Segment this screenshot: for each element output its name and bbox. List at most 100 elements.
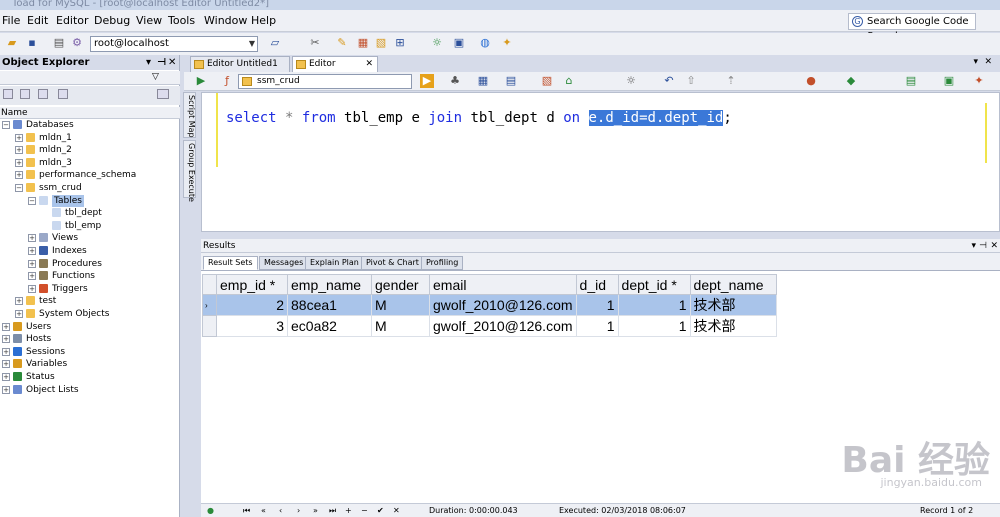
expand-icon[interactable]: + <box>28 272 36 281</box>
tab-script-map[interactable]: Script Map <box>183 92 196 138</box>
tree-item[interactable]: + Indexes <box>0 245 180 257</box>
tree-item[interactable]: + test <box>0 295 180 307</box>
column-header[interactable]: emp_id * <box>216 274 288 295</box>
expand-icon[interactable]: + <box>28 247 36 255</box>
menu-help[interactable]: Help <box>251 14 276 27</box>
view-options-icon[interactable] <box>157 89 169 99</box>
collapse-icon[interactable]: − <box>28 196 36 205</box>
tree-item[interactable]: + Sessions <box>0 346 180 358</box>
open-folder-icon[interactable]: ▰ <box>5 36 19 50</box>
result-grid[interactable]: emp_id * emp_name gender email d_id dept… <box>201 270 1000 503</box>
menu-debug[interactable]: Debug <box>94 14 130 27</box>
query-builder-icon[interactable]: ▦ <box>356 36 370 50</box>
tree-item[interactable]: + Object Lists <box>0 384 180 396</box>
close-tab-icon[interactable]: ✕ <box>365 57 373 72</box>
tree-item[interactable]: + System Objects <box>0 308 180 320</box>
last-record-icon[interactable]: ⏭ <box>329 504 336 517</box>
table-row[interactable]: › 2 88cea1 M gwolf_2010@126.com 1 1 技术部 <box>202 294 777 316</box>
menu-tools[interactable]: Tools <box>168 14 195 27</box>
execute-icon[interactable]: ▶ <box>194 74 208 88</box>
tree-item[interactable]: + Status <box>0 371 180 383</box>
expand-icon[interactable]: + <box>28 234 36 243</box>
settings-icon[interactable]: ☼ <box>430 36 444 50</box>
tree-item[interactable]: + Hosts <box>0 333 180 345</box>
close-editor-icon[interactable]: ✕ <box>984 57 992 67</box>
tree-item[interactable]: + Triggers <box>0 283 180 295</box>
tab-editor-untitled2[interactable]: Editor Untitled2* ✕ <box>292 56 378 84</box>
expand-icon[interactable]: + <box>2 347 10 356</box>
grid-icon[interactable]: ▦ <box>476 74 490 88</box>
tab-messages[interactable]: Messages <box>259 256 309 270</box>
export-icon[interactable]: ▤ <box>904 74 918 88</box>
tree-item[interactable]: − Tables <box>0 194 180 207</box>
prev-page-icon[interactable]: « <box>261 504 266 517</box>
tab-list-icon[interactable]: ▾ <box>973 57 978 67</box>
dropdown-icon[interactable]: ▾ <box>146 55 151 70</box>
tree-item[interactable]: + Procedures <box>0 258 180 270</box>
cell-emp-id[interactable]: 3 <box>216 315 288 337</box>
menu-view[interactable]: View <box>136 14 162 27</box>
tree-item[interactable]: + performance_schema <box>0 169 180 181</box>
import-icon[interactable]: ▣ <box>942 74 956 88</box>
expand-icon[interactable]: + <box>2 360 10 369</box>
connect-icon[interactable]: ⚙ <box>70 36 84 50</box>
expand-icon[interactable]: + <box>15 171 23 180</box>
options-icon[interactable]: ✦ <box>500 36 514 50</box>
tab-editor-untitled1[interactable]: Editor Untitled1 <box>190 56 290 72</box>
tab-pivot-chart[interactable]: Pivot & Chart <box>361 256 424 270</box>
bookmark-icon[interactable]: ▤ <box>504 74 518 88</box>
column-header[interactable]: d_id <box>575 274 619 295</box>
expand-icon[interactable]: + <box>2 322 10 331</box>
cell-emp-id[interactable]: 2 <box>216 294 288 316</box>
cell-emp-name[interactable]: 88cea1 <box>287 294 372 316</box>
next-page-icon[interactable]: » <box>313 504 318 517</box>
step-over-icon[interactable]: ⇡ <box>724 74 738 88</box>
cell-email[interactable]: gwolf_2010@126.com <box>429 294 577 316</box>
column-header[interactable]: emp_name <box>287 274 372 295</box>
next-record-icon[interactable]: › <box>297 504 300 517</box>
tree-item[interactable]: − Databases <box>0 119 180 131</box>
cell-dept-id[interactable]: 1 <box>617 294 691 316</box>
tree-item[interactable]: + Views <box>0 232 180 244</box>
tab-explain-plan[interactable]: Explain Plan <box>305 256 364 270</box>
properties-icon[interactable] <box>38 89 48 99</box>
tab-group-execute[interactable]: Group Execute <box>183 140 196 202</box>
lowercase-icon[interactable]: ⌂ <box>562 74 576 88</box>
comment-icon[interactable]: ▧ <box>540 74 554 88</box>
options-icon[interactable]: ✦ <box>972 74 986 88</box>
pin-icon[interactable]: ⊣ <box>979 239 987 253</box>
tag-icon[interactable] <box>58 89 68 99</box>
cell-d-id[interactable]: 1 <box>575 294 619 316</box>
expand-icon[interactable]: + <box>15 297 23 306</box>
undo-icon[interactable]: ↶ <box>662 74 676 88</box>
format-icon[interactable]: ♣ <box>448 74 462 88</box>
tree-item[interactable]: + Users <box>0 321 180 333</box>
refresh-icon[interactable] <box>20 89 30 99</box>
cell-dept-name[interactable]: 技术部 <box>689 315 777 337</box>
globe-icon[interactable]: ◍ <box>478 36 492 50</box>
menu-editor[interactable]: Editor <box>56 14 89 27</box>
cell-dept-name[interactable]: 技术部 <box>689 294 777 316</box>
collapse-icon[interactable]: − <box>15 184 23 192</box>
tree-item[interactable]: + mldn_2 <box>0 144 180 156</box>
break-icon[interactable]: ◆ <box>844 74 858 88</box>
compare-icon[interactable]: ▧ <box>374 36 388 50</box>
expand-icon[interactable]: + <box>15 146 23 155</box>
object-filter-bar[interactable]: ▽ <box>0 71 180 85</box>
cell-dept-id[interactable]: 1 <box>617 315 691 337</box>
cell-gender[interactable]: M <box>371 294 430 316</box>
menu-window[interactable]: Window <box>204 14 247 27</box>
column-header[interactable]: gender <box>371 274 430 295</box>
grid-icon[interactable] <box>3 89 13 99</box>
add-record-icon[interactable]: + <box>345 504 352 517</box>
execute-statement-icon[interactable]: ƒ <box>220 74 234 88</box>
expand-icon[interactable]: + <box>15 310 23 318</box>
cell-gender[interactable]: M <box>371 315 430 337</box>
collapse-icon[interactable]: − <box>2 121 10 129</box>
tree-item[interactable]: + mldn_3 <box>0 157 180 169</box>
table-row[interactable]: 3 ec0a82 M gwolf_2010@126.com 1 1 技术部 <box>202 315 777 337</box>
pin-icon[interactable]: ⊣ <box>157 55 166 70</box>
cell-emp-name[interactable]: ec0a82 <box>287 315 372 337</box>
new-connection-icon[interactable]: ▱ <box>268 36 282 50</box>
close-icon[interactable]: ✕ <box>168 55 176 70</box>
